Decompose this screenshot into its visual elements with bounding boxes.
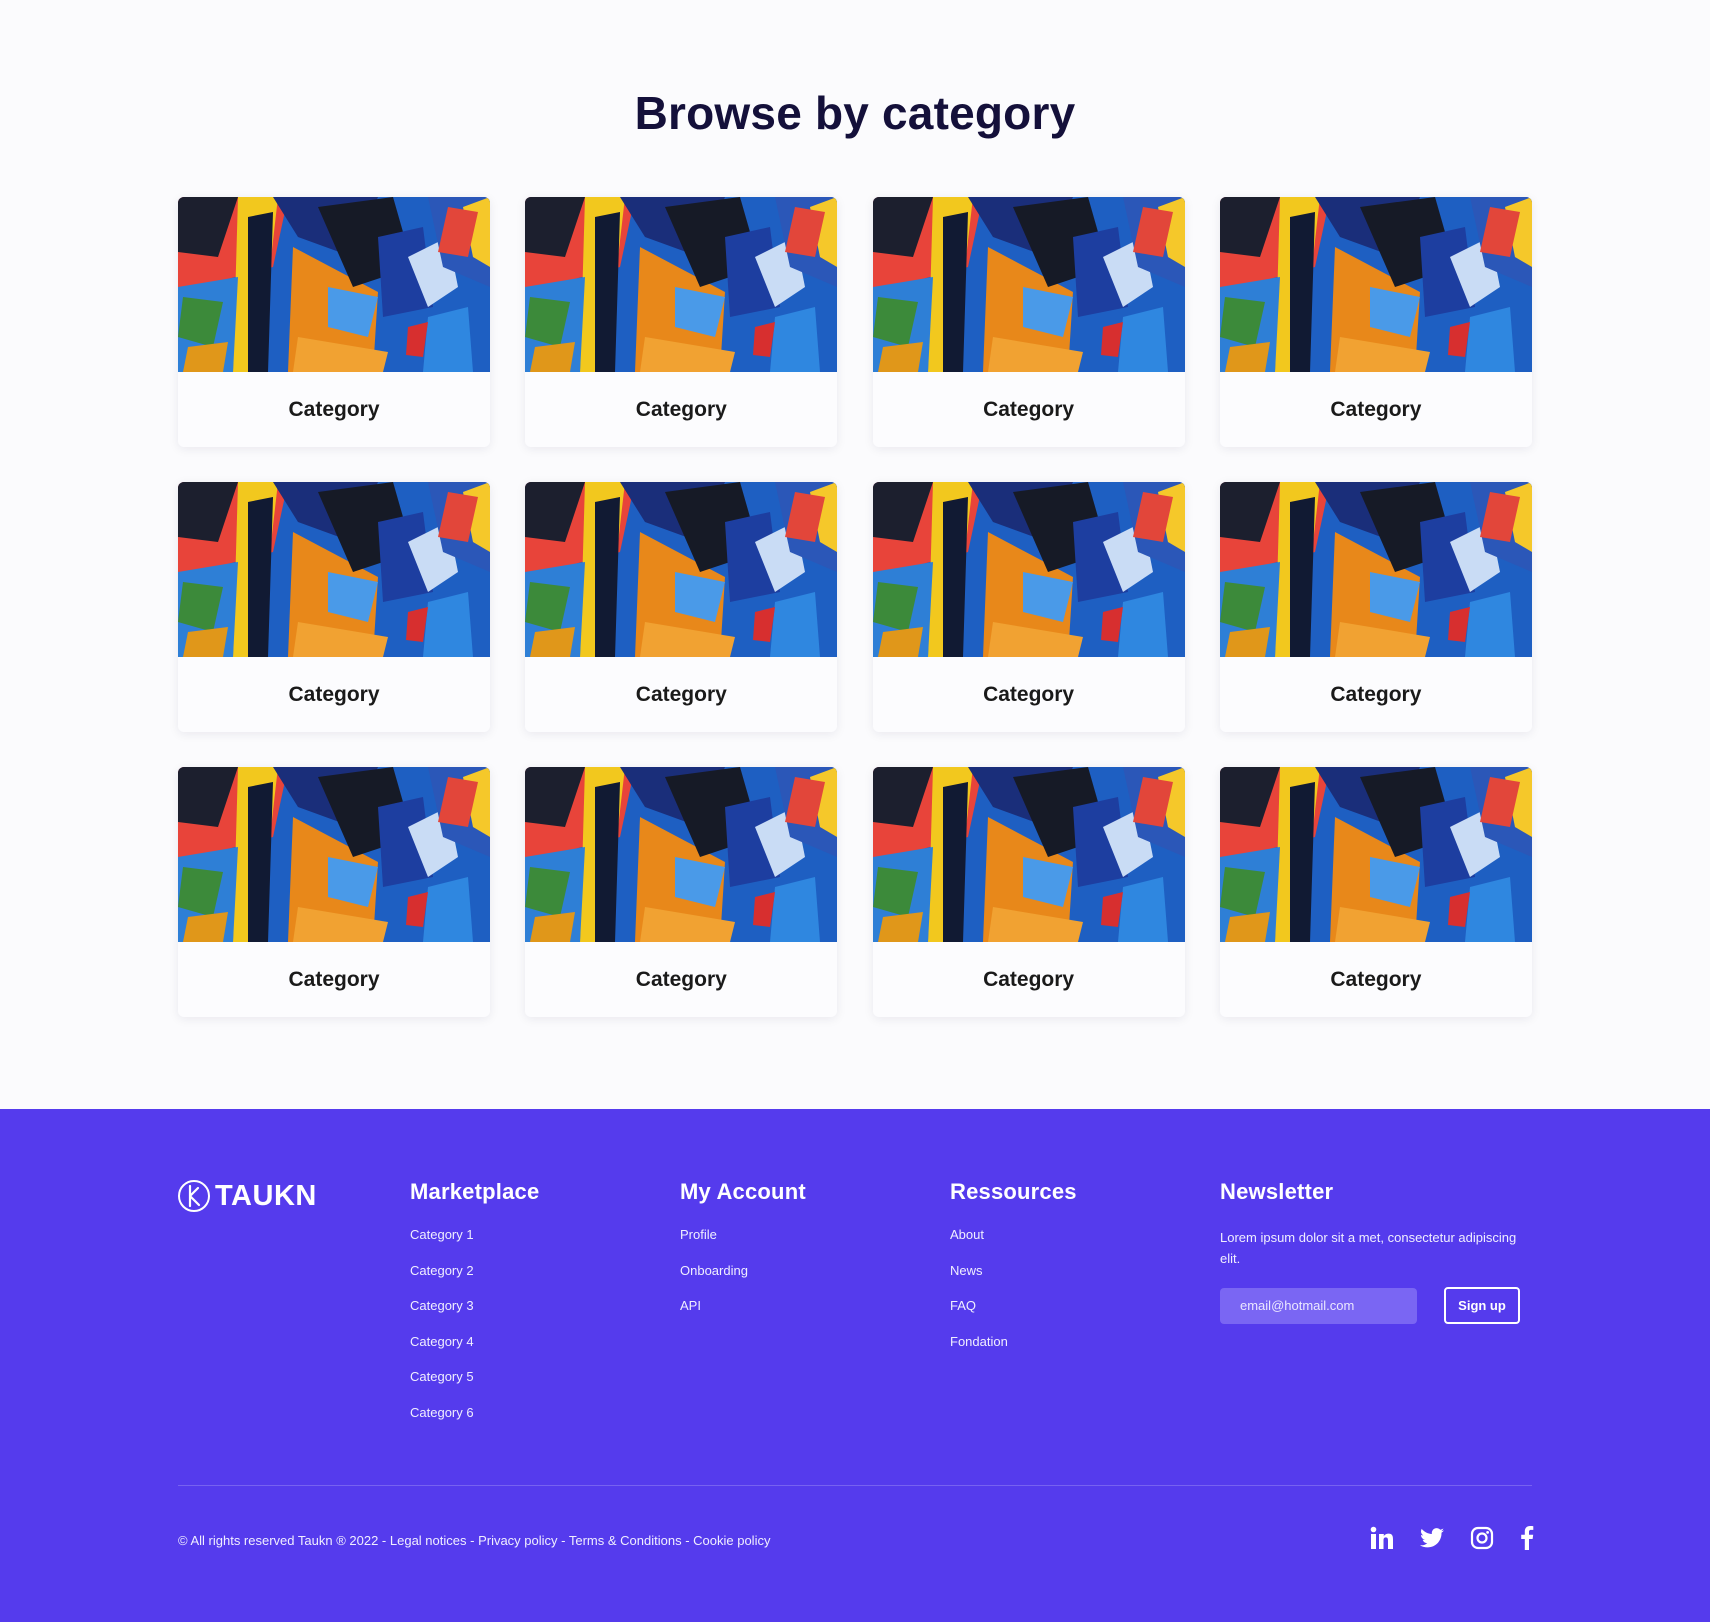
footer-link-category-1[interactable]: Category 1	[410, 1227, 539, 1263]
newsletter-heading: Newsletter	[1220, 1179, 1334, 1204]
cookie-policy-link[interactable]: Cookie policy	[693, 1533, 770, 1548]
category-card[interactable]: Category	[1219, 767, 1532, 1017]
category-card[interactable]: Category	[872, 482, 1185, 732]
category-label: Category	[635, 967, 727, 991]
copyright-bar: © All rights reserved Taukn ® 2022 - Leg…	[178, 1533, 771, 1548]
marketplace-heading: Marketplace	[410, 1179, 540, 1204]
category-label: Category	[288, 967, 380, 991]
category-image	[178, 197, 490, 372]
category-card[interactable]: Category	[1219, 197, 1532, 447]
category-card[interactable]: Category	[525, 482, 838, 732]
footer-link-fondation[interactable]: Fondation	[950, 1334, 1077, 1370]
category-card[interactable]: Category	[872, 197, 1185, 447]
page-title: Browse by category	[634, 87, 1076, 139]
signup-button[interactable]: Sign up	[1444, 1287, 1520, 1324]
category-image	[1220, 482, 1532, 657]
newsletter-description: Lorem ipsum dolor sit a met, consectetur…	[1220, 1230, 1517, 1266]
site-footer: TAUKN Marketplace Category 1 Category 2 …	[0, 1109, 1710, 1622]
footer-link-category-3[interactable]: Category 3	[410, 1298, 539, 1334]
category-image	[873, 197, 1185, 372]
instagram-icon[interactable]	[1470, 1526, 1494, 1550]
category-card[interactable]: Category	[178, 197, 490, 447]
category-image	[1220, 767, 1532, 942]
newsletter-column: Newsletter Lorem ipsum dolor sit a met, …	[1220, 1179, 1540, 1324]
category-image	[178, 767, 490, 942]
category-card[interactable]: Category	[525, 197, 838, 447]
category-grid: Category Category Category Category Cate…	[178, 197, 1532, 1017]
footer-divider	[178, 1485, 1532, 1486]
category-label: Category	[288, 397, 380, 421]
copyright-text: © All rights reserved Taukn ® 2022 -	[178, 1533, 387, 1548]
category-card[interactable]: Category	[178, 482, 490, 732]
email-input[interactable]	[1220, 1287, 1417, 1324]
footer-link-api[interactable]: API	[680, 1298, 806, 1334]
footer-link-profile[interactable]: Profile	[680, 1227, 806, 1263]
category-image	[525, 197, 837, 372]
category-label: Category	[635, 397, 727, 421]
category-image	[873, 482, 1185, 657]
category-label: Category	[288, 682, 380, 706]
facebook-icon[interactable]	[1520, 1526, 1534, 1550]
category-label: Category	[635, 682, 727, 706]
footer-link-category-5[interactable]: Category 5	[410, 1369, 539, 1405]
footer-link-category-6[interactable]: Category 6	[410, 1405, 539, 1441]
category-card[interactable]: Category	[178, 767, 490, 1017]
linkedin-icon[interactable]	[1370, 1526, 1394, 1550]
resources-column: Ressources About News FAQ Fondation	[950, 1179, 1077, 1369]
category-label: Category	[1330, 967, 1422, 991]
resources-heading: Ressources	[950, 1179, 1077, 1204]
footer-link-news[interactable]: News	[950, 1263, 1077, 1299]
category-label: Category	[1330, 682, 1422, 706]
privacy-policy-link[interactable]: Privacy policy	[478, 1533, 557, 1548]
footer-link-onboarding[interactable]: Onboarding	[680, 1263, 806, 1299]
taukn-logo-icon	[178, 1180, 210, 1212]
category-image	[1220, 197, 1532, 372]
category-image	[525, 482, 837, 657]
category-card[interactable]: Category	[1219, 482, 1532, 732]
footer-link-about[interactable]: About	[950, 1227, 1077, 1263]
legal-notices-link[interactable]: Legal notices	[390, 1533, 467, 1548]
taukn-logo[interactable]: TAUKN	[177, 1179, 317, 1213]
terms-conditions-link[interactable]: Terms & Conditions	[569, 1533, 682, 1548]
category-label: Category	[983, 682, 1075, 706]
account-column: My Account Profile Onboarding API	[680, 1179, 806, 1334]
footer-link-faq[interactable]: FAQ	[950, 1298, 1077, 1334]
footer-link-category-4[interactable]: Category 4	[410, 1334, 539, 1370]
account-heading: My Account	[680, 1179, 806, 1204]
category-image	[525, 767, 837, 942]
category-label: Category	[983, 397, 1075, 421]
marketplace-column: Marketplace Category 1 Category 2 Catego…	[410, 1179, 539, 1441]
social-links	[1370, 1526, 1534, 1550]
category-card[interactable]: Category	[525, 767, 838, 1017]
twitter-icon[interactable]	[1420, 1528, 1444, 1548]
logo-text: TAUKN	[215, 1179, 317, 1212]
newsletter-form: Sign up	[1220, 1287, 1540, 1324]
category-label: Category	[1330, 397, 1422, 421]
category-card[interactable]: Category	[872, 767, 1185, 1017]
category-label: Category	[983, 967, 1075, 991]
category-image	[178, 482, 490, 657]
footer-link-category-2[interactable]: Category 2	[410, 1263, 539, 1299]
category-image	[873, 767, 1185, 942]
